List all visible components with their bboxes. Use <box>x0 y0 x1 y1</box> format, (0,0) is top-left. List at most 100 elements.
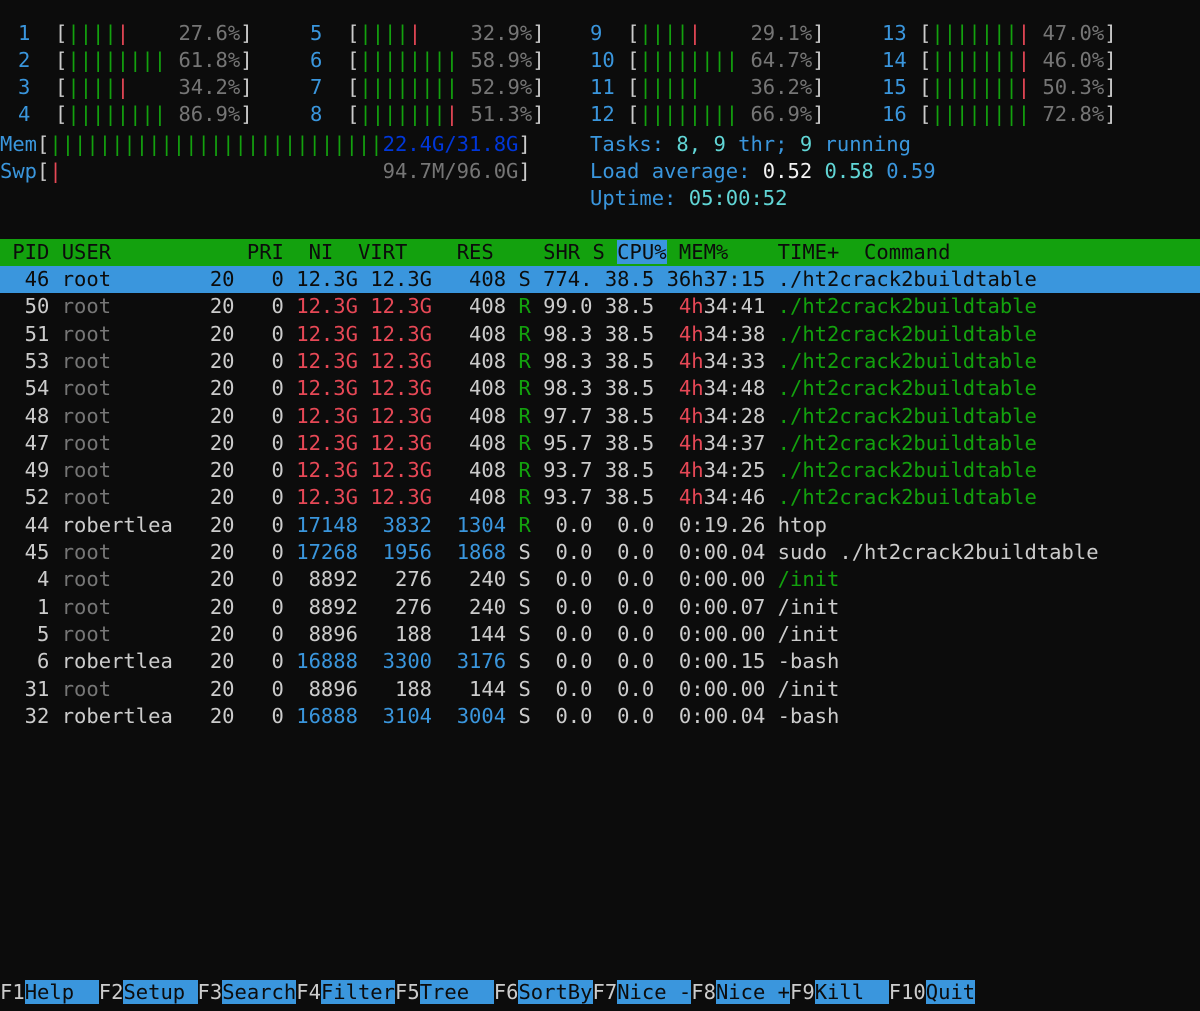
fkey-label[interactable]: Quit <box>925 980 976 1004</box>
col-time[interactable]: TIME+ <box>778 240 840 264</box>
pid: 53 <box>0 348 50 373</box>
mem-percent: 0.0 <box>604 649 655 674</box>
cpu-bar: |||||||| <box>67 48 167 72</box>
cpu-id: 15 <box>882 75 907 99</box>
user: root <box>61 594 173 619</box>
process-row[interactable]: 31 root 20 0 8896 188 144 S 0.0 0.0 0:00… <box>0 676 1200 703</box>
fkey-label[interactable]: SortBy <box>518 980 593 1004</box>
fkey-f9[interactable]: F9 <box>790 980 815 1004</box>
process-row[interactable]: 5 root 20 0 8896 188 144 S 0.0 0.0 0:00.… <box>0 621 1200 648</box>
fkey-f2[interactable]: F2 <box>99 980 124 1004</box>
process-row[interactable]: 52 root 20 0 12.3G 12.3G 408 R 93.7 38.5… <box>0 484 1200 511</box>
res: 1956 <box>370 540 433 564</box>
nice: 0 <box>234 649 284 674</box>
fkey-f5[interactable]: F5 <box>395 980 420 1004</box>
process-row[interactable]: 1 root 20 0 8892 276 240 S 0.0 0.0 0:00.… <box>0 594 1200 621</box>
process-row[interactable]: 49 root 20 0 12.3G 12.3G 408 R 93.7 38.5… <box>0 457 1200 484</box>
process-row[interactable]: 48 root 20 0 12.3G 12.3G 408 R 97.7 38.5… <box>0 403 1200 430</box>
col-user[interactable]: USER <box>62 240 111 264</box>
process-row[interactable]: 53 root 20 0 12.3G 12.3G 408 R 98.3 38.5… <box>0 348 1200 375</box>
fkey-label[interactable]: Filter <box>320 980 395 1004</box>
fkey-f10[interactable]: F10 <box>889 980 926 1004</box>
process-row[interactable]: 47 root 20 0 12.3G 12.3G 408 R 95.7 38.5… <box>0 430 1200 457</box>
col-pri[interactable]: PRI <box>247 240 284 264</box>
col-state[interactable]: S <box>592 240 604 264</box>
fkey-label[interactable]: Search <box>222 980 297 1004</box>
cpu-bar: |||| <box>67 21 117 45</box>
state: S <box>518 621 531 646</box>
uptime-line: Uptime: 05:00:52 <box>590 185 788 212</box>
cpu-bar: |||||||| <box>359 48 459 72</box>
process-row[interactable]: 4 root 20 0 8892 276 240 S 0.0 0.0 0:00.… <box>0 566 1200 593</box>
virt: 12.3G <box>296 348 358 373</box>
shr: 1868 <box>444 540 507 564</box>
col-mem[interactable]: MEM% <box>679 240 728 264</box>
user: root <box>61 267 173 291</box>
cpu-percent: 0.0 <box>543 594 593 619</box>
res: 12.3G <box>370 485 433 510</box>
fkey-label[interactable]: Help <box>24 980 99 1004</box>
fkey-label[interactable]: Nice + <box>715 980 790 1004</box>
user: root <box>61 676 173 701</box>
cpu-bar: |||||||| <box>67 102 167 126</box>
state: S <box>518 676 531 701</box>
cpu-meter-16: 16 [|||||||| 72.8%] <box>882 102 1117 126</box>
command: ./ht2crack2buildtable <box>777 403 1037 428</box>
pid: 48 <box>0 403 50 428</box>
fkey-label[interactable]: Nice - <box>617 980 692 1004</box>
command: ./ht2crack2buildtable <box>777 485 1037 510</box>
virt: 16888 <box>296 649 358 674</box>
threads-label: thr; <box>738 132 788 156</box>
col-command[interactable]: Command <box>864 240 950 264</box>
col-shr[interactable]: SHR <box>543 240 580 264</box>
fkey-label[interactable]: Setup <box>123 980 198 1004</box>
cpu-percent: 97.7 <box>543 403 593 428</box>
user: robertlea <box>61 649 173 674</box>
process-row[interactable]: 51 root 20 0 12.3G 12.3G 408 R 98.3 38.5… <box>0 321 1200 348</box>
cpu-percent: 0.0 <box>543 621 593 646</box>
fkey-f4[interactable]: F4 <box>296 980 321 1004</box>
shr: 408 <box>444 294 507 319</box>
fkey-f3[interactable]: F3 <box>198 980 223 1004</box>
col-cpu-sorted[interactable]: CPU% <box>617 240 667 264</box>
fkey-label[interactable]: Kill <box>814 980 889 1004</box>
fkey-f1[interactable]: F1 <box>0 980 25 1004</box>
process-row[interactable]: 54 root 20 0 12.3G 12.3G 408 R 98.3 38.5… <box>0 375 1200 402</box>
res: 3300 <box>370 649 433 674</box>
nice: 0 <box>234 403 284 428</box>
fkey-f8[interactable]: F8 <box>691 980 716 1004</box>
cpu-id: 13 <box>882 21 907 45</box>
col-pid[interactable]: PID <box>12 240 49 264</box>
shr: 408 <box>444 485 507 510</box>
swap-bar: | <box>49 159 62 183</box>
htop-terminal: 1 [||||| 27.6%] 2 [|||||||| 61.8%] 3 [||||… <box>0 0 1200 1011</box>
state: S <box>518 540 531 564</box>
process-row[interactable]: 32 robertlea 20 0 16888 3104 3004 S 0.0 … <box>0 703 1200 730</box>
priority: 20 <box>172 321 235 346</box>
shr: 408 <box>444 321 507 346</box>
cpu-bar: ||||||| <box>931 48 1018 72</box>
command: /init <box>777 676 840 701</box>
user: root <box>61 403 173 428</box>
cpu-percent: 51.3% <box>470 102 533 126</box>
fkey-f7[interactable]: F7 <box>593 980 618 1004</box>
col-ni[interactable]: NI <box>309 240 334 264</box>
col-res[interactable]: RES <box>457 240 494 264</box>
priority: 20 <box>172 621 235 646</box>
cpu-percent: 93.7 <box>543 485 593 510</box>
cpu-bar-tail: | <box>1017 48 1031 72</box>
process-row[interactable]: 46 root 20 0 12.3G 12.3G 408 S 774. 38.5… <box>0 266 1200 293</box>
priority: 20 <box>172 512 235 537</box>
pid: 49 <box>0 458 50 483</box>
nice: 0 <box>234 485 284 510</box>
process-row[interactable]: 50 root 20 0 12.3G 12.3G 408 R 99.0 38.5… <box>0 293 1200 320</box>
process-row[interactable]: 44 robertlea 20 0 17148 3832 1304 R 0.0 … <box>0 512 1200 539</box>
fkey-f6[interactable]: F6 <box>494 980 519 1004</box>
fkey-label[interactable]: Tree <box>419 980 494 1004</box>
col-virt[interactable]: VIRT <box>358 240 407 264</box>
command: ./ht2crack2buildtable <box>777 294 1037 319</box>
command: ./ht2crack2buildtable <box>777 321 1037 346</box>
process-row[interactable]: 45 root 20 0 17268 1956 1868 S 0.0 0.0 0… <box>0 539 1200 566</box>
virt: 17148 <box>296 512 358 537</box>
process-row[interactable]: 6 robertlea 20 0 16888 3300 3176 S 0.0 0… <box>0 648 1200 675</box>
